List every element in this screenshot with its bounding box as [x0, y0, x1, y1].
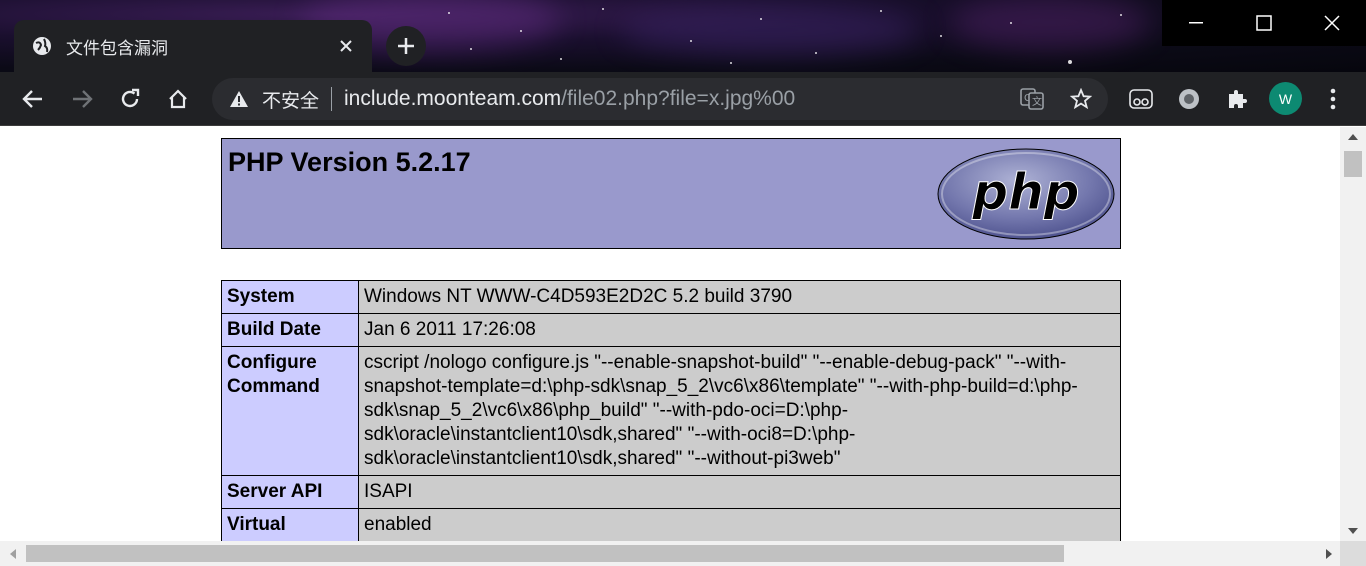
extensions-puzzle-icon[interactable] — [1219, 81, 1255, 117]
table-row: Virtual enabled — [221, 508, 1121, 541]
browser-toolbar: 不安全 include.moonteam.com/file02.php?file… — [0, 72, 1366, 126]
row-label: Virtual — [221, 508, 359, 541]
url-text[interactable]: include.moonteam.com/file02.php?file=x.j… — [344, 87, 795, 111]
table-row: Configure Command cscript /nologo config… — [221, 346, 1121, 476]
phpinfo-table: System Windows NT WWW-C4D593E2D2C 5.2 bu… — [221, 280, 1121, 541]
globe-icon — [32, 36, 52, 56]
row-value: enabled — [358, 508, 1121, 541]
bookmark-star-icon[interactable] — [1067, 87, 1095, 111]
scroll-left-arrow-icon[interactable] — [2, 541, 24, 566]
back-arrow-icon[interactable] — [15, 81, 51, 117]
browser-tab[interactable]: 文件包含漏洞 — [14, 20, 372, 72]
table-row: Build Date Jan 6 2011 17:26:08 — [221, 313, 1121, 347]
scrollbar-corner — [1340, 541, 1366, 566]
php-logo-text: php — [971, 163, 1079, 221]
maximize-icon[interactable] — [1230, 0, 1298, 46]
extension-circle-icon[interactable] — [1171, 81, 1207, 117]
url-path: /file02.php?file=x.jpg%00 — [561, 87, 796, 110]
not-secure-warning-icon[interactable] — [228, 88, 250, 110]
table-row: System Windows NT WWW-C4D593E2D2C 5.2 bu… — [221, 280, 1121, 314]
menu-dots-icon[interactable] — [1315, 81, 1351, 117]
nebula-decoration — [620, 5, 920, 55]
horizontal-scrollbar[interactable] — [0, 541, 1340, 566]
php-logo[interactable]: php — [936, 147, 1116, 246]
row-value: Jan 6 2011 17:26:08 — [358, 313, 1121, 347]
scroll-up-arrow-icon[interactable] — [1340, 127, 1366, 147]
row-value: Windows NT WWW-C4D593E2D2C 5.2 build 379… — [358, 280, 1121, 314]
horizontal-scroll-thumb[interactable] — [26, 545, 1064, 562]
page-viewport: PHP Version 5.2.17 php System Windows NT… — [0, 127, 1340, 541]
row-label: Server API — [221, 475, 359, 509]
vertical-scrollbar[interactable] — [1340, 127, 1366, 541]
nebula-decoration — [950, 0, 1150, 50]
scroll-down-arrow-icon[interactable] — [1340, 521, 1366, 541]
profile-avatar[interactable]: W — [1269, 82, 1302, 115]
row-label: System — [221, 280, 359, 314]
tab-close-icon[interactable] — [334, 34, 358, 58]
row-value: ISAPI — [358, 475, 1121, 509]
row-label: Build Date — [221, 313, 359, 347]
new-tab-button[interactable] — [386, 26, 426, 66]
home-icon[interactable] — [160, 81, 196, 117]
url-host: include.moonteam.com — [344, 87, 562, 110]
page-title: PHP Version 5.2.17 — [228, 147, 471, 177]
reload-icon[interactable] — [112, 81, 148, 117]
close-icon[interactable] — [1298, 0, 1366, 46]
row-label: Configure Command — [221, 346, 359, 476]
minimize-icon[interactable] — [1162, 0, 1230, 46]
reading-mode-icon[interactable] — [1123, 81, 1159, 117]
phpinfo-header: PHP Version 5.2.17 php — [221, 138, 1121, 249]
translate-icon[interactable]: G文 — [1018, 87, 1046, 111]
table-row: Server API ISAPI — [221, 475, 1121, 509]
svg-text:文: 文 — [1032, 95, 1042, 108]
security-label: 不安全 — [262, 89, 320, 112]
title-bar: 文件包含漏洞 — [0, 0, 1366, 72]
address-bar[interactable]: 不安全 include.moonteam.com/file02.php?file… — [212, 78, 1108, 120]
tab-title: 文件包含漏洞 — [66, 38, 168, 59]
omnibox-divider — [331, 87, 333, 111]
scroll-right-arrow-icon[interactable] — [1318, 541, 1340, 566]
vertical-scroll-thumb[interactable] — [1344, 151, 1362, 177]
row-value: cscript /nologo configure.js "--enable-s… — [358, 346, 1121, 476]
forward-arrow-icon[interactable] — [64, 81, 100, 117]
phpinfo-container: PHP Version 5.2.17 php System Windows NT… — [221, 138, 1121, 541]
